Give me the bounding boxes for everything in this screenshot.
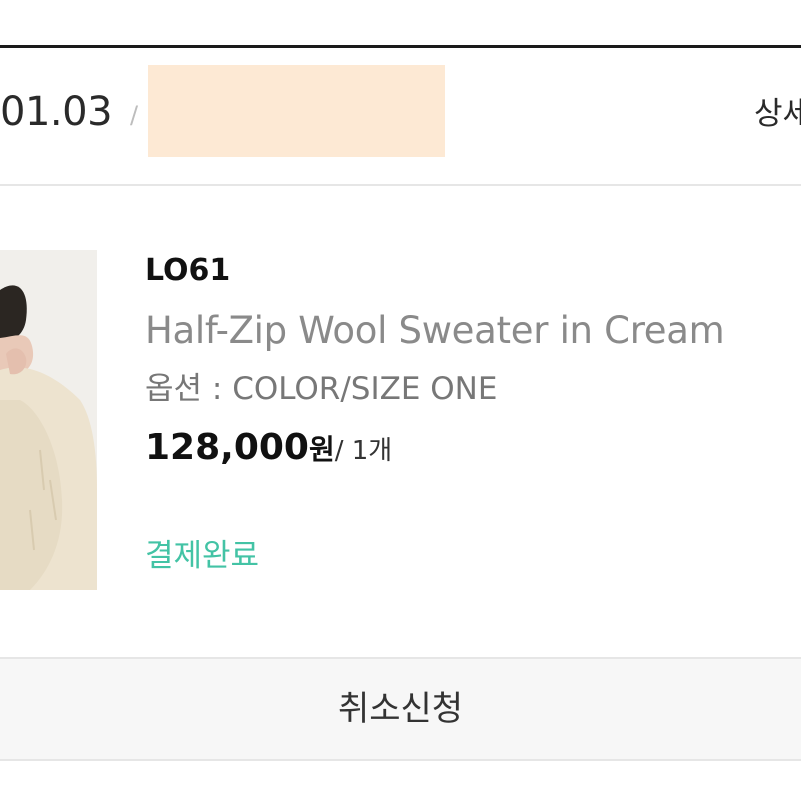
product-brand[interactable]: LO61 [145,252,230,290]
order-detail-link[interactable]: 상세 [754,94,801,134]
order-separator: / [130,101,139,129]
cancel-request-button[interactable]: 취소신청 [0,659,801,759]
order-number-redacted [148,65,445,157]
price-amount: 128,000 [145,427,309,468]
price-currency: 원 [308,433,335,466]
product-name[interactable]: Half-Zip Wool Sweater in Cream [145,307,725,355]
payment-status: 결제완료 [145,538,260,574]
product-option: 옵션 : COLOR/SIZE ONE [145,371,498,407]
header-divider [0,184,801,186]
product-thumbnail[interactable] [0,250,97,590]
product-price: 128,000원/ 1개 [145,425,392,474]
order-date: 01.03 [0,89,113,135]
price-quantity: / 1개 [334,436,393,466]
order-page: 01.03 / 상세 LO61 Half-Zip Wool Sweater in… [0,0,801,801]
bottom-divider [0,759,801,761]
